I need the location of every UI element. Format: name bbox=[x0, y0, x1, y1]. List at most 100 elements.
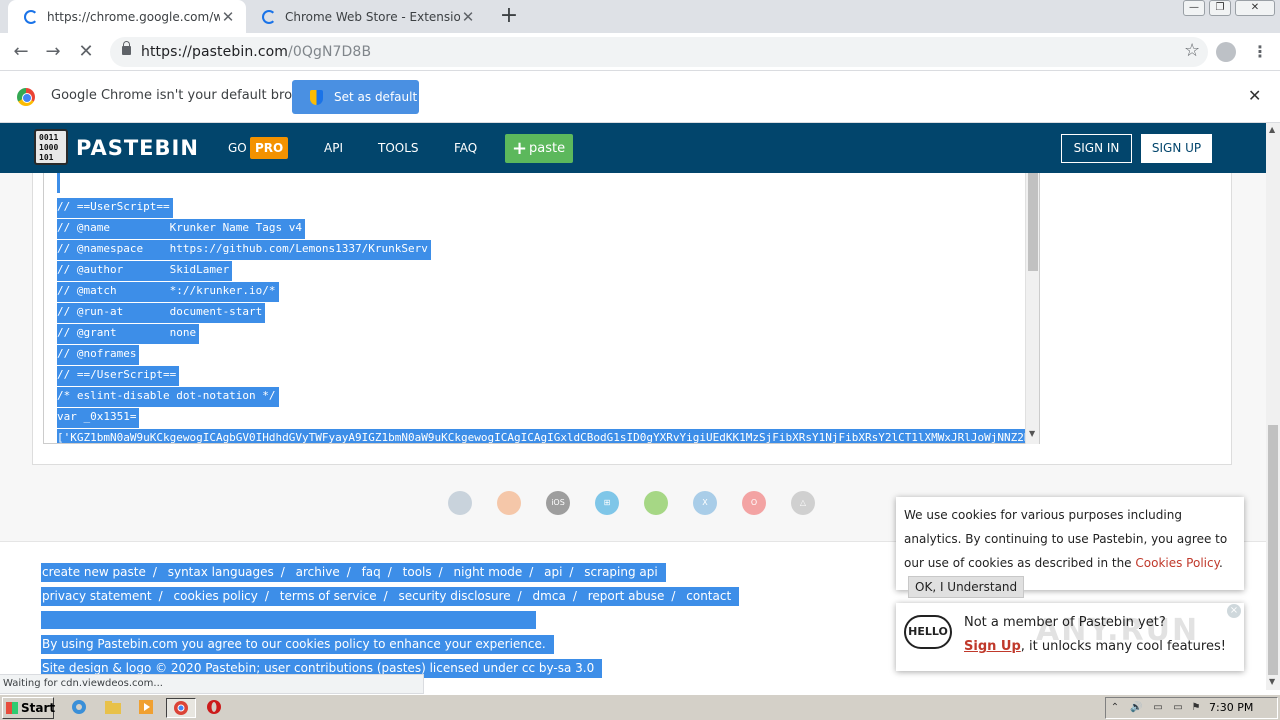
member-notice: HELLO ANY.RUN Not a member of Pastebin y… bbox=[896, 603, 1244, 671]
footer-links-row-1: create new paste / syntax languages / arch… bbox=[41, 563, 666, 582]
pastebin-logo-icon[interactable]: 0011 1000 101 bbox=[34, 129, 68, 165]
mac-icon[interactable]: X bbox=[693, 491, 717, 515]
browser-toolbar: ← → ✕ https://pastebin.com/0QgN7D8B ☆ ⋮ bbox=[0, 33, 1280, 71]
footer-link-archive[interactable]: archive bbox=[296, 565, 340, 579]
footer-link-cookies-policy[interactable]: cookies policy bbox=[174, 589, 258, 603]
paste-label: paste bbox=[529, 141, 566, 156]
firefox-icon[interactable] bbox=[497, 491, 521, 515]
code-line: // @name Krunker Name Tags v4 bbox=[57, 219, 306, 239]
pastebin-logo-text[interactable]: PASTEBIN bbox=[76, 136, 199, 160]
cookie-notice: We use cookies for various purposes incl… bbox=[896, 497, 1244, 598]
url-text[interactable]: https://pastebin.com/0QgN7D8B bbox=[141, 44, 371, 60]
code-line: // @match *://krunker.io/* bbox=[57, 282, 279, 302]
ios-icon[interactable]: iOS bbox=[546, 491, 570, 515]
footer-link-create-new-paste[interactable]: create new paste bbox=[42, 565, 146, 579]
page-scrollbar-thumb[interactable] bbox=[1268, 425, 1278, 675]
code-line: // ==/UserScript== bbox=[57, 366, 180, 386]
set-as-default-button[interactable]: Set as default bbox=[292, 80, 419, 114]
volume-icon[interactable]: 🔊 bbox=[1130, 702, 1142, 714]
code-line: // @namespace https://github.com/Lemons1… bbox=[57, 240, 431, 260]
loading-spinner-icon bbox=[24, 9, 38, 24]
page-scrollbar[interactable]: ▲ ▼ bbox=[1266, 123, 1280, 690]
footer-agreement: By using Pastebin.com you agree to our c… bbox=[41, 635, 554, 654]
member-sign-up-link[interactable]: Sign Up bbox=[964, 639, 1021, 654]
scroll-up-arrow-icon[interactable]: ▲ bbox=[1269, 125, 1275, 134]
nav-pro-badge[interactable]: PRO bbox=[250, 137, 289, 159]
window-close-button[interactable]: ✕ bbox=[1235, 0, 1275, 16]
footer-link-tools[interactable]: tools bbox=[403, 565, 432, 579]
status-bubble: Waiting for cdn.viewdeos.com... bbox=[0, 674, 424, 694]
footer-link-contact[interactable]: contact bbox=[686, 589, 731, 603]
nav-tools[interactable]: TOOLS bbox=[378, 141, 419, 155]
maximize-button[interactable]: ❐ bbox=[1209, 0, 1231, 16]
stop-button[interactable]: ✕ bbox=[75, 41, 97, 63]
display-icon[interactable]: ▭ bbox=[1172, 702, 1184, 714]
footer-link-scraping-api[interactable]: scraping api bbox=[584, 565, 657, 579]
member-notice-title: Not a member of Pastebin yet? bbox=[964, 615, 1166, 630]
profile-avatar-icon[interactable] bbox=[1216, 42, 1236, 62]
chrome-taskbar-icon[interactable] bbox=[166, 698, 196, 718]
code-line: // @noframes bbox=[57, 345, 140, 365]
android-icon[interactable] bbox=[644, 491, 668, 515]
infobar-message: Google Chrome isn't your default browser bbox=[51, 88, 323, 103]
footer-blank-selection bbox=[41, 611, 536, 629]
code-line: var _0x1351= bbox=[57, 408, 140, 428]
windows-taskbar: Start ⌃ 🔊 ▭ ▭ ⚑ 7:30 PM bbox=[0, 694, 1280, 720]
footer-link-report-abuse[interactable]: report abuse bbox=[588, 589, 665, 603]
infobar-close-icon[interactable]: ✕ bbox=[1248, 86, 1261, 105]
back-button[interactable]: ← bbox=[10, 41, 32, 63]
chrome-icon[interactable] bbox=[448, 491, 472, 515]
opera-taskbar-icon[interactable] bbox=[204, 698, 226, 718]
scroll-down-arrow-icon[interactable]: ▼ bbox=[1029, 429, 1035, 438]
cookies-policy-link[interactable]: Cookies Policy bbox=[1135, 556, 1219, 570]
code-scrollbar[interactable]: ▼ bbox=[1025, 173, 1039, 444]
tray-expand-icon[interactable]: ⌃ bbox=[1109, 702, 1121, 714]
nav-api[interactable]: API bbox=[324, 141, 343, 155]
ie-taskbar-icon[interactable] bbox=[69, 698, 91, 718]
media-player-taskbar-icon[interactable] bbox=[136, 698, 158, 718]
code-scrollbar-thumb[interactable] bbox=[1028, 173, 1038, 271]
loading-spinner-icon bbox=[262, 9, 276, 24]
tab-close-icon[interactable]: ✕ bbox=[460, 8, 476, 26]
nav-faq[interactable]: FAQ bbox=[454, 141, 477, 155]
scroll-down-arrow-icon[interactable]: ▼ bbox=[1269, 677, 1275, 686]
bookmark-star-icon[interactable]: ☆ bbox=[1184, 40, 1200, 61]
browser-extension-icons: iOS ⊞ X O △ bbox=[448, 491, 828, 517]
tab-chrome-web-store[interactable]: Chrome Web Store - Extensions ✕ bbox=[246, 0, 486, 33]
footer-link-security-disclosure[interactable]: security disclosure bbox=[399, 589, 511, 603]
footer-link-night-mode[interactable]: night mode bbox=[454, 565, 523, 579]
ok-i-understand-button[interactable]: OK, I Understand bbox=[908, 576, 1025, 598]
footer-links-row-2: privacy statement / cookies policy / terms… bbox=[41, 587, 740, 606]
address-bar[interactable]: https://pastebin.com/0QgN7D8B ☆ bbox=[110, 37, 1208, 67]
opera-icon[interactable]: O bbox=[742, 491, 766, 515]
code-line: // @run-at document-start bbox=[57, 303, 266, 323]
sign-in-button[interactable]: SIGN IN bbox=[1061, 134, 1132, 163]
taskbar-clock[interactable]: 7:30 PM bbox=[1209, 701, 1253, 714]
new-paste-button[interactable]: + paste bbox=[505, 134, 573, 163]
network-icon[interactable]: ▭ bbox=[1152, 702, 1164, 714]
footer-link-dmca[interactable]: dmca bbox=[533, 589, 566, 603]
footer-link-privacy-statement[interactable]: privacy statement bbox=[42, 589, 152, 603]
linux-icon[interactable]: △ bbox=[791, 491, 815, 515]
tab-pastebin[interactable]: https://chrome.google.com/webstor ✕ bbox=[8, 0, 246, 33]
new-tab-button[interactable]: + bbox=[498, 5, 520, 28]
chrome-menu-icon[interactable]: ⋮ bbox=[1252, 42, 1268, 61]
member-notice-close-icon[interactable]: × bbox=[1227, 604, 1241, 618]
raw-paste-textarea[interactable]: // ==UserScript== // @name Krunker Name … bbox=[43, 173, 1040, 444]
minimize-button[interactable]: — bbox=[1183, 0, 1205, 16]
default-browser-infobar: Google Chrome isn't your default browser… bbox=[0, 71, 1280, 123]
action-center-flag-icon[interactable]: ⚑ bbox=[1190, 702, 1202, 714]
footer-link-syntax-languages[interactable]: syntax languages bbox=[168, 565, 274, 579]
sign-up-button[interactable]: SIGN UP bbox=[1141, 134, 1212, 163]
forward-button[interactable]: → bbox=[42, 41, 64, 63]
start-button[interactable]: Start bbox=[2, 697, 55, 719]
footer-link-api[interactable]: api bbox=[544, 565, 562, 579]
nav-go[interactable]: GO bbox=[228, 141, 247, 155]
tab-close-icon[interactable]: ✕ bbox=[220, 8, 236, 26]
footer-link-faq[interactable]: faq bbox=[362, 565, 381, 579]
lock-icon[interactable] bbox=[122, 41, 131, 55]
system-tray: ⌃ 🔊 ▭ ▭ ⚑ 7:30 PM bbox=[1105, 697, 1278, 719]
explorer-taskbar-icon[interactable] bbox=[103, 698, 125, 718]
footer-link-terms-of-service[interactable]: terms of service bbox=[280, 589, 377, 603]
windows-icon[interactable]: ⊞ bbox=[595, 491, 619, 515]
